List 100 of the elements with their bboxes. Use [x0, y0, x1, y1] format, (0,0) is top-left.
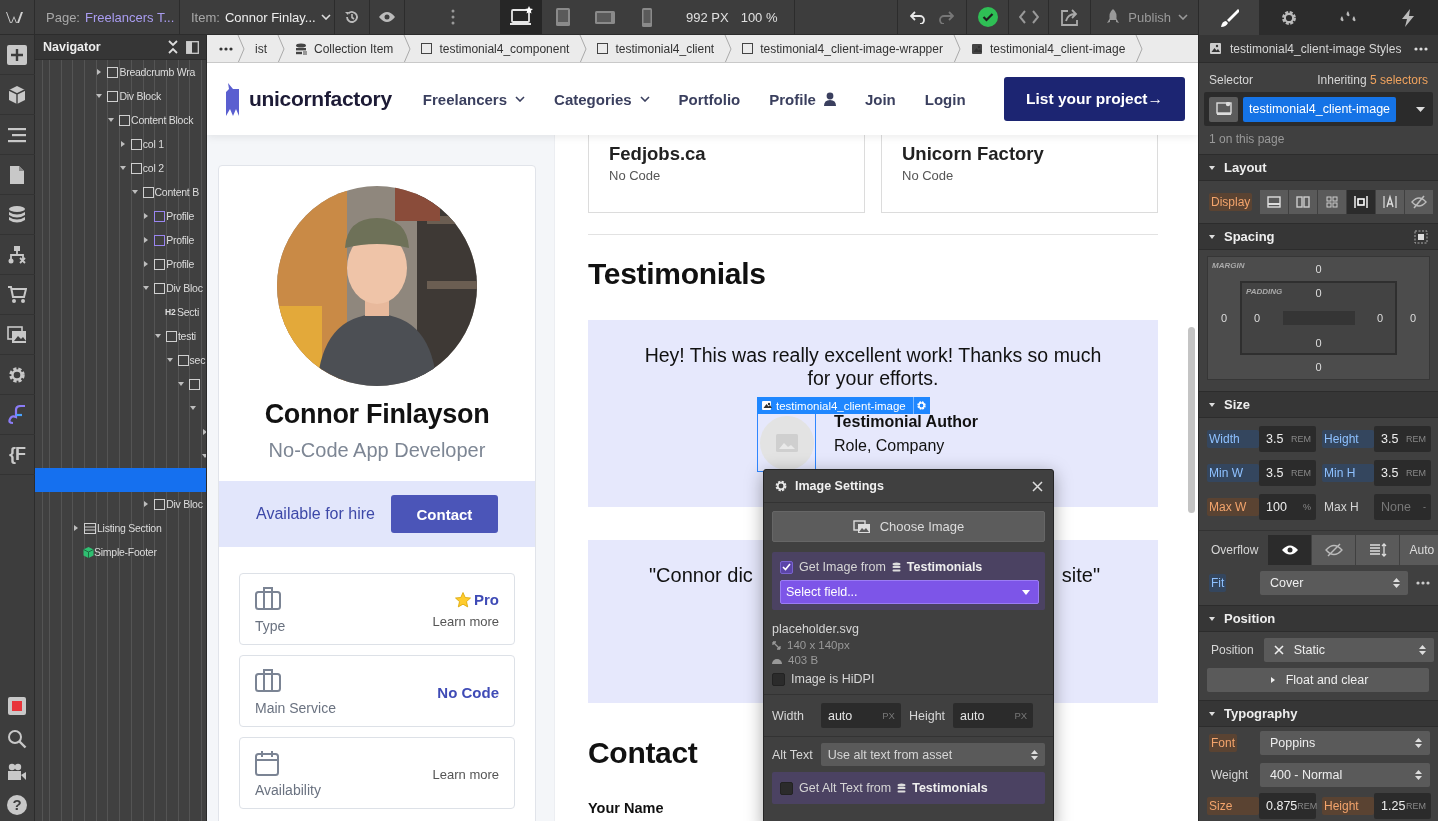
- overflow-option[interactable]: [1268, 535, 1312, 565]
- size-field[interactable]: 0.875REM: [1259, 793, 1316, 819]
- caret-down-icon[interactable]: [1209, 233, 1215, 240]
- size-field[interactable]: 3.5 REM: [1259, 426, 1316, 452]
- navigator-item[interactable]: Div Bloc: [35, 492, 206, 516]
- caret-down-icon[interactable]: [143, 285, 150, 291]
- height-field[interactable]: auto PX: [953, 703, 1034, 728]
- checkbox[interactable]: [780, 781, 793, 795]
- images-icon[interactable]: [7, 324, 27, 345]
- font-select[interactable]: Poppins: [1260, 731, 1430, 755]
- database-icon[interactable]: [7, 204, 27, 225]
- inheriting-link[interactable]: 5 selectors: [1369, 73, 1428, 87]
- more-icon[interactable]: [1416, 581, 1430, 585]
- publish-button[interactable]: Publish: [1091, 0, 1198, 34]
- close-icon[interactable]: [1032, 480, 1043, 492]
- navigator-item[interactable]: Breadcrumb Wra: [35, 60, 206, 84]
- scrollbar[interactable]: [1188, 327, 1195, 513]
- checkbox[interactable]: [780, 560, 793, 574]
- display-option[interactable]: [1318, 190, 1347, 214]
- nav-link[interactable]: Categories: [554, 90, 650, 108]
- alt-text-select[interactable]: Use alt text from asset: [820, 743, 1045, 766]
- caret-right-icon[interactable]: [1269, 677, 1276, 683]
- caret-down-icon[interactable]: [178, 381, 185, 387]
- breadcrumb-item[interactable]: testimonial4_client-image: [960, 35, 1136, 62]
- nav-link[interactable]: Join: [864, 90, 896, 108]
- success-check-icon[interactable]: [977, 7, 998, 27]
- nav-link[interactable]: Portfolio: [678, 90, 741, 108]
- record-icon[interactable]: [7, 695, 27, 716]
- selector-field[interactable]: testimonial4_client-image: [1204, 92, 1433, 126]
- vertical-dots-icon[interactable]: [450, 9, 455, 25]
- fit-select[interactable]: Cover: [1260, 571, 1408, 595]
- navigator-item[interactable]: Content Block: [35, 108, 206, 132]
- padding-value[interactable]: 0: [1272, 333, 1365, 353]
- size-field[interactable]: 3.5 REM: [1374, 460, 1431, 486]
- nav-link[interactable]: Login: [924, 90, 966, 108]
- navigator-item[interactable]: Content B: [35, 180, 206, 204]
- caret-down-icon[interactable]: [131, 189, 138, 195]
- checkbox[interactable]: [772, 672, 785, 686]
- spacing-icon[interactable]: [1414, 229, 1428, 244]
- breadcrumb-item[interactable]: testimonial4_client-image-wrapper: [732, 35, 953, 62]
- navigator-item[interactable]: Listing Section: [35, 516, 206, 540]
- navigator-item[interactable]: Profile: [35, 228, 206, 252]
- padding-value[interactable]: 0: [1365, 303, 1395, 333]
- size-field[interactable]: 3.5 REM: [1259, 460, 1316, 486]
- navigator-item[interactable]: H2Secti: [35, 300, 206, 324]
- caret-down-icon[interactable]: [108, 117, 115, 123]
- navigator-item[interactable]: Simple-Footer: [35, 540, 206, 564]
- video-camera-icon[interactable]: [7, 761, 27, 782]
- extension-label[interactable]: {F: [9, 444, 25, 465]
- caret-right-icon[interactable]: [143, 213, 150, 219]
- search-icon[interactable]: [7, 728, 27, 749]
- page-selector[interactable]: Page: Freelancers T...: [35, 0, 180, 34]
- breadcrumb-item[interactable]: testimonial4_component: [411, 35, 580, 62]
- caret-down-icon[interactable]: [96, 93, 103, 99]
- branch-icon[interactable]: [7, 244, 27, 265]
- nav-link[interactable]: Freelancers: [422, 90, 526, 108]
- caret-down-icon[interactable]: [154, 333, 161, 339]
- field-select[interactable]: Select field...: [780, 580, 1039, 604]
- swirl-icon[interactable]: [7, 404, 27, 425]
- collapse-icon[interactable]: [168, 40, 178, 54]
- caret-right-icon[interactable]: [143, 501, 150, 507]
- caret-right-icon[interactable]: [143, 237, 150, 243]
- display-option[interactable]: [1405, 190, 1434, 214]
- undo-icon[interactable]: [910, 10, 927, 24]
- dock-icon[interactable]: [186, 40, 199, 54]
- navigator-item[interactable]: testi: [35, 324, 206, 348]
- caret-right-icon[interactable]: [73, 525, 79, 531]
- help-button[interactable]: ?: [7, 794, 27, 815]
- redo-icon[interactable]: [938, 10, 955, 24]
- navigator-item[interactable]: Profile: [35, 252, 206, 276]
- caret-down-icon[interactable]: [1209, 401, 1215, 408]
- navigator-item[interactable]: col 1: [35, 132, 206, 156]
- margin-value[interactable]: 0: [1208, 281, 1240, 355]
- padding-value[interactable]: 0: [1242, 303, 1272, 333]
- caret-down-icon[interactable]: [166, 357, 173, 363]
- cart-icon[interactable]: [7, 284, 27, 305]
- display-option[interactable]: [1289, 190, 1318, 214]
- margin-value[interactable]: 0: [1240, 355, 1397, 379]
- navigator-item[interactable]: Div Block: [35, 84, 206, 108]
- device-button[interactable]: [500, 0, 542, 34]
- navigator-item[interactable]: col 2: [35, 156, 206, 180]
- choose-image-button[interactable]: Choose Image: [772, 511, 1045, 542]
- cube-icon[interactable]: [7, 84, 27, 105]
- panel-tab[interactable]: [1258, 0, 1319, 35]
- navigator-item[interactable]: sec: [35, 348, 206, 372]
- margin-value[interactable]: 0: [1397, 281, 1429, 355]
- caret-right-icon[interactable]: [143, 261, 150, 267]
- display-option[interactable]: [1376, 190, 1405, 214]
- panel-tab[interactable]: [1378, 0, 1438, 35]
- navigator-item[interactable]: Div Bloc: [35, 276, 206, 300]
- size-field[interactable]: 1.25REM: [1374, 793, 1431, 819]
- logo-text[interactable]: unicornfactory: [249, 87, 392, 111]
- size-field[interactable]: 3.5 REM: [1374, 426, 1431, 452]
- size-field[interactable]: 100 %: [1259, 494, 1316, 520]
- navigator-item[interactable]: Profile: [35, 204, 206, 228]
- weight-select[interactable]: 400 - Normal: [1260, 763, 1430, 787]
- breadcrumb-item[interactable]: ist: [245, 35, 277, 62]
- learn-more-link[interactable]: Learn more: [432, 614, 499, 629]
- display-option[interactable]: [1260, 190, 1289, 214]
- item-selector[interactable]: Item: Connor Finlay...: [180, 0, 335, 34]
